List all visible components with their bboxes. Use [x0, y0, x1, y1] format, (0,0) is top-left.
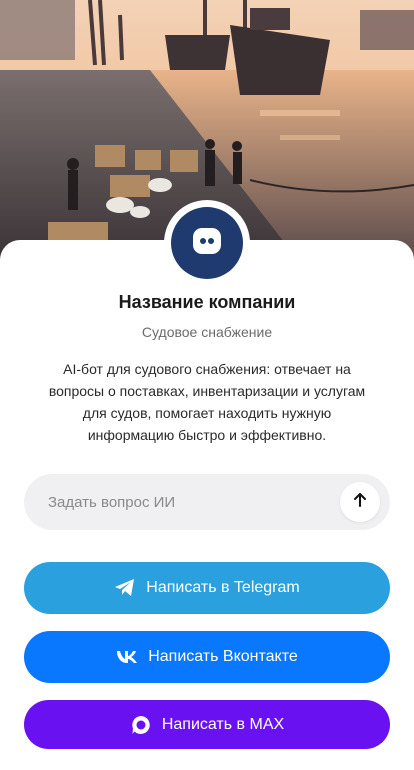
vk-button-label: Написать Вконтакте: [148, 648, 298, 665]
send-button[interactable]: [340, 482, 380, 522]
chat-bot-icon: [188, 222, 226, 265]
ask-ai-bar: [24, 474, 390, 530]
vk-button[interactable]: Написать Вконтакте: [24, 631, 390, 683]
max-button-label: Написать в MAX: [161, 715, 285, 733]
telegram-icon: [114, 578, 136, 598]
avatar: [171, 207, 243, 279]
vk-icon: [116, 650, 138, 664]
ask-ai-input[interactable]: [48, 493, 340, 511]
company-category: Судовое снабжение: [141, 324, 273, 340]
max-icon: [130, 714, 152, 736]
page: Название компании Судовое снабжение AI-б…: [0, 0, 414, 770]
telegram-button-label: Написать в Telegram: [146, 579, 300, 596]
company-description: AI-бот для судового снабжения: отвечает …: [48, 361, 366, 443]
telegram-button[interactable]: Написать в Telegram: [24, 562, 390, 614]
arrow-up-icon: [351, 491, 369, 514]
max-button[interactable]: Написать в MAX: [24, 700, 390, 749]
company-name: Название компании: [118, 292, 296, 312]
